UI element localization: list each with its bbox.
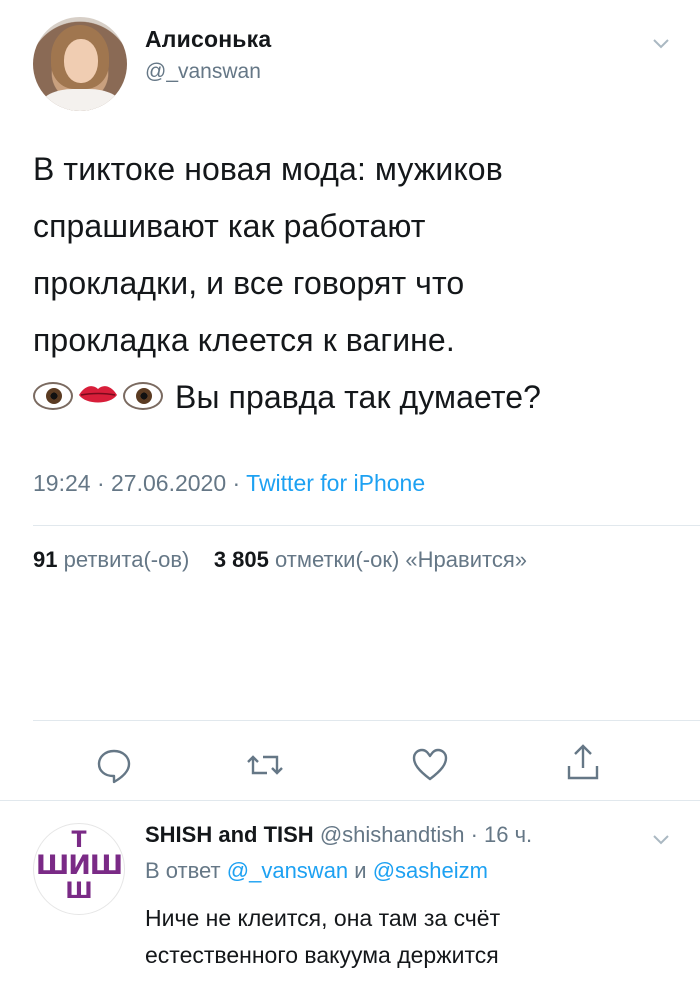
reply-header: SHISH and TISH @shishandtish · 16 ч. [145, 822, 533, 847]
author-handle[interactable]: @_vanswan [145, 60, 261, 84]
chevron-down-icon[interactable] [652, 34, 670, 52]
like-icon[interactable] [410, 745, 450, 785]
reply-author-name[interactable]: SHISH and TISH [145, 822, 314, 847]
mention-link[interactable]: @sasheizm [373, 858, 488, 883]
emoji-group [33, 381, 163, 410]
tweet-source-link[interactable]: Twitter for iPhone [246, 470, 425, 496]
mention-link[interactable]: @_vanswan [227, 858, 348, 883]
retweets-stat[interactable]: 91 ретвита(-ов) [33, 547, 189, 572]
reply-context: В ответ @_vanswan и @sasheizm [145, 858, 488, 883]
retweet-icon[interactable] [245, 745, 285, 785]
eye-emoji [123, 381, 163, 410]
chevron-down-icon[interactable] [652, 830, 670, 848]
tweet-time: 19:24 [33, 470, 91, 496]
tweet-text: В тиктоке новая мода: мужиков спрашивают… [33, 151, 542, 415]
avatar-logo-text: ШИШ [35, 850, 123, 881]
reply-age: 16 ч. [484, 822, 533, 847]
share-icon[interactable] [563, 742, 603, 782]
author-name[interactable]: Алисонька [145, 26, 271, 53]
divider [33, 720, 700, 721]
thread-separator [0, 800, 700, 801]
reply-icon[interactable] [94, 745, 134, 785]
divider [33, 525, 700, 526]
reply-text: Ниче не клеится, она там за счёт естеств… [145, 905, 501, 968]
reply-author-avatar[interactable]: Т ШИШ Ш [33, 823, 125, 915]
lips-emoji [79, 385, 117, 403]
tweet-date: 27.06.2020 [111, 470, 227, 496]
likes-stat[interactable]: 3 805 отметки(-ок) «Нравится» [214, 547, 527, 572]
eye-emoji [33, 381, 73, 410]
author-avatar[interactable] [33, 17, 127, 111]
avatar-logo-text: Ш [65, 879, 93, 904]
tweet-stats: 91 ретвита(-ов) 3 805 отметки(-ок) «Нрав… [33, 547, 527, 573]
reply-author-handle[interactable]: @shishandtish [320, 822, 465, 847]
tweet-meta: 19:24 · 27.06.2020 · Twitter for iPhone [33, 470, 426, 496]
